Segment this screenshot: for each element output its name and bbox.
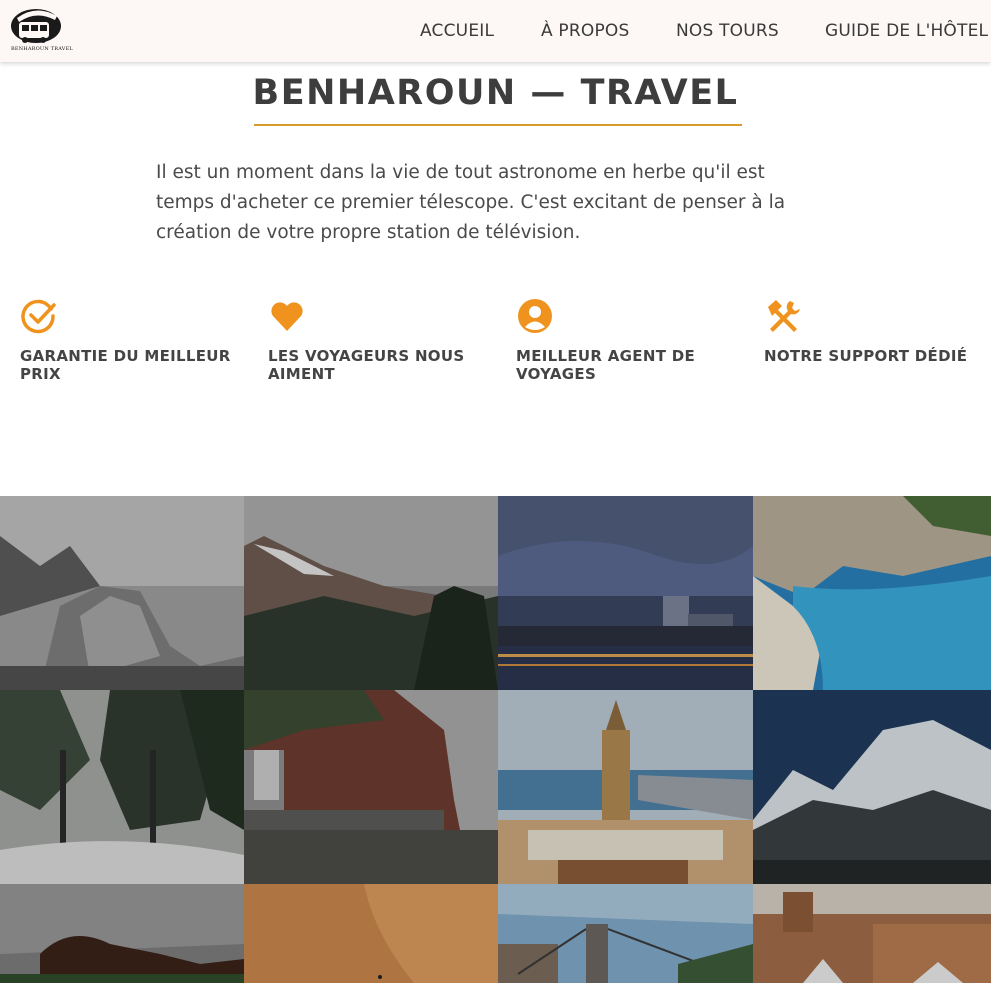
feature-label: GARANTIE DU MEILLEUR PRIX [20, 347, 231, 383]
feature-label: LES VOYAGEURS NOUS AIMENT [268, 347, 465, 383]
check-circle-icon [20, 297, 245, 335]
feature-best-agent: MEILLEUR AGENT DE VOYAGES [516, 297, 741, 383]
feature-dedicated-support: NOTRE SUPPORT DÉDIÉ [764, 297, 989, 365]
photo-gallery [0, 496, 991, 983]
page-title: BENHAROUN — TRAVEL [252, 73, 739, 113]
feature-best-price: GARANTIE DU MEILLEUR PRIX [20, 297, 245, 383]
feature-travelers-love: LES VOYAGEURS NOUS AIMENT [268, 297, 493, 383]
feature-label: NOTRE SUPPORT DÉDIÉ [764, 347, 968, 365]
nav-accueil[interactable]: ACCUEIL [420, 21, 494, 41]
user-circle-icon [516, 297, 741, 335]
title-underline [254, 124, 742, 126]
logo-text: BENHAROUN TRAVEL [11, 46, 73, 52]
gallery-overlay [0, 496, 991, 983]
intro-paragraph: Il est un moment dans la vie de tout ast… [156, 162, 786, 243]
navbar: BENHAROUN TRAVEL ACCUEIL À PROPOS NOS TO… [0, 0, 991, 62]
feature-label: MEILLEUR AGENT DE VOYAGES [516, 347, 696, 383]
nav-a-propos[interactable]: À PROPOS [541, 21, 630, 41]
heart-icon [268, 297, 493, 335]
nav-guide-hotel[interactable]: GUIDE DE L'HÔTEL [825, 21, 988, 41]
tools-icon [764, 297, 989, 335]
nav-nos-tours[interactable]: NOS TOURS [676, 21, 779, 41]
